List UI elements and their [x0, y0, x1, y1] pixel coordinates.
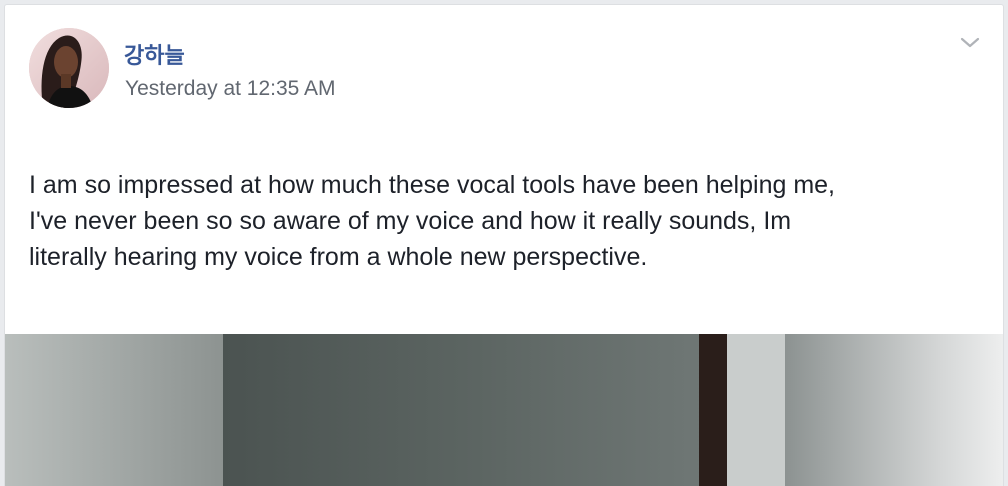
post-message: I am so impressed at how much these voca…	[29, 167, 979, 275]
author-name[interactable]: 강하늘	[124, 38, 185, 70]
author-avatar[interactable]	[29, 28, 109, 108]
post-text-line: I've never been so so aware of my voice …	[29, 207, 792, 235]
video-thumbnail	[5, 334, 1003, 486]
avatar-photo	[29, 28, 109, 108]
post-options-button[interactable]	[955, 31, 985, 55]
post-timestamp[interactable]: Yesterday at 12:35 AM	[125, 77, 336, 101]
feed-post: 강하늘 Yesterday at 12:35 AM I am so impres…	[4, 4, 1004, 486]
post-text-line: literally hearing my voice from a whole …	[29, 243, 648, 271]
chevron-down-icon	[960, 37, 980, 48]
post-text-line: I am so impressed at how much these voca…	[29, 171, 835, 199]
post-video[interactable]	[5, 334, 1003, 486]
